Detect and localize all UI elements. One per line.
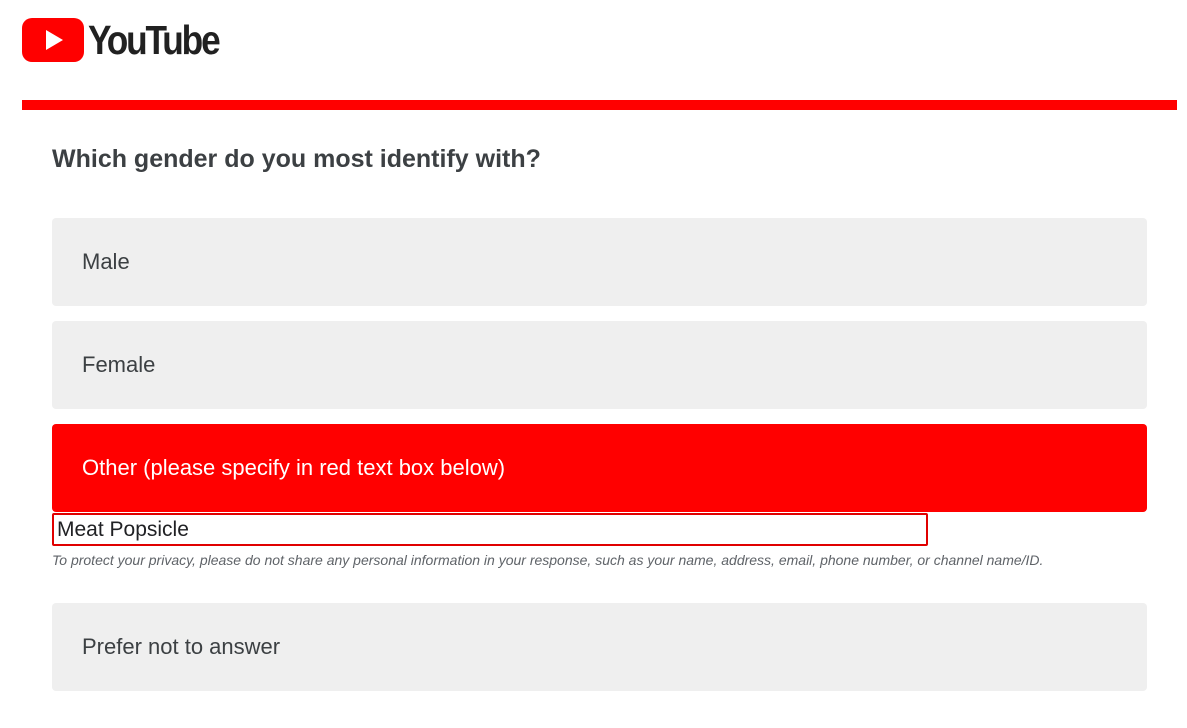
option-male[interactable]: Male — [52, 218, 1147, 306]
header-divider — [22, 100, 1177, 110]
option-label: Male — [82, 249, 130, 274]
logo-wordmark: YouTube — [88, 16, 221, 63]
option-label: Prefer not to answer — [82, 634, 281, 659]
survey-page: YouTube Which gender do you most identif… — [0, 0, 1187, 728]
option-label: Other (please specify in red text box be… — [82, 455, 506, 480]
option-female[interactable]: Female — [52, 321, 1147, 409]
youtube-play-icon — [22, 18, 84, 62]
question-title: Which gender do you most identify with? — [52, 145, 541, 173]
option-label: Female — [82, 352, 156, 377]
youtube-logo: YouTube — [22, 16, 240, 64]
other-specify-input[interactable] — [52, 513, 928, 546]
privacy-note: To protect your privacy, please do not s… — [52, 552, 1044, 568]
option-prefer-not-to-answer[interactable]: Prefer not to answer — [52, 603, 1147, 691]
option-other[interactable]: Other (please specify in red text box be… — [52, 424, 1147, 512]
